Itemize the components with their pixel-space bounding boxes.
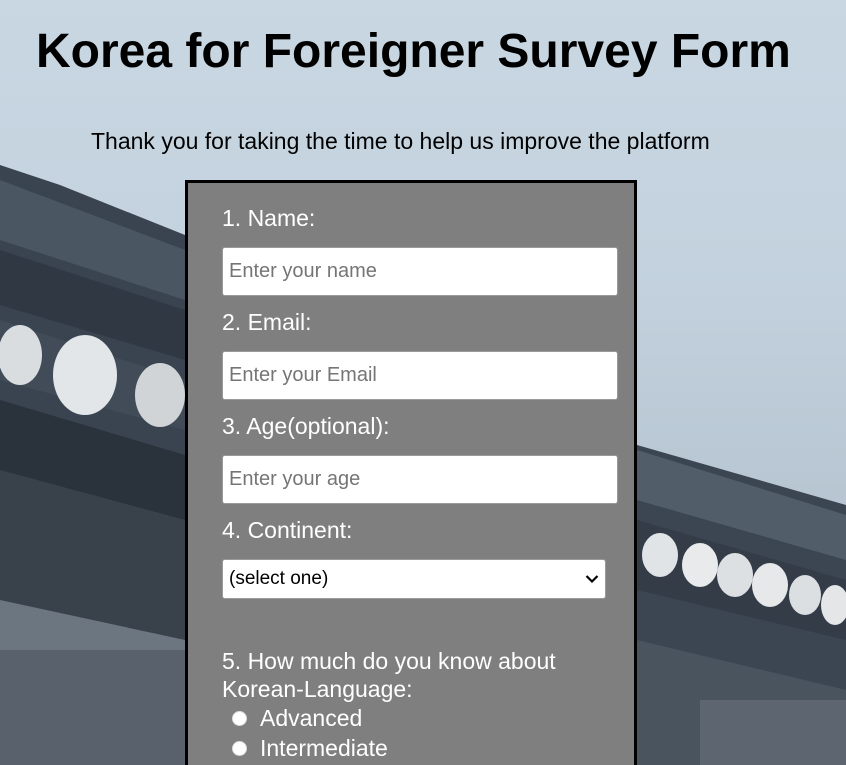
- survey-form: 1. Name: 2. Email: 3. Age(optional): 4. …: [185, 180, 637, 765]
- continent-select-value: (select one): [229, 568, 329, 589]
- radio-button-icon[interactable]: [232, 711, 247, 726]
- email-label: 2. Email:: [222, 309, 312, 335]
- page-description: Thank you for taking the time to help us…: [91, 128, 710, 154]
- korean-level-option-advanced[interactable]: Advanced: [232, 705, 362, 732]
- korean-level-label-line2: Korean-Language:: [222, 676, 413, 702]
- age-label: 3. Age(optional):: [222, 413, 390, 439]
- korean-level-option-intermediate[interactable]: Intermediate: [232, 735, 388, 762]
- chevron-down-icon: [585, 575, 599, 584]
- email-input[interactable]: [222, 351, 618, 400]
- continent-select[interactable]: (select one): [222, 559, 606, 599]
- korean-level-option-label: Intermediate: [260, 735, 388, 761]
- radio-button-icon[interactable]: [232, 741, 247, 756]
- korean-level-option-label: Advanced: [260, 705, 363, 731]
- korean-level-label-line1: 5. How much do you know about: [222, 648, 556, 674]
- continent-label: 4. Continent:: [222, 517, 353, 543]
- name-label: 1. Name:: [222, 205, 316, 231]
- page-title: Korea for Foreigner Survey Form: [36, 25, 791, 78]
- name-input[interactable]: [222, 247, 618, 296]
- age-input[interactable]: [222, 455, 618, 504]
